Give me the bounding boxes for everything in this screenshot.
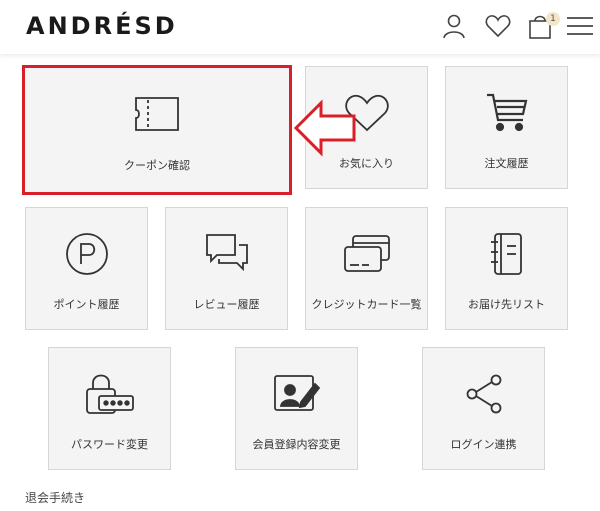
member-info-tile[interactable]: 会員登録内容変更 <box>235 347 358 470</box>
pointer-arrow <box>293 98 357 162</box>
user-icon[interactable] <box>440 12 468 40</box>
chat-bubbles-icon <box>166 232 287 276</box>
withdraw-link[interactable]: 退会手続き <box>25 489 85 506</box>
ticket-icon <box>25 96 289 140</box>
password-change-label: パスワード変更 <box>71 438 148 451</box>
brand-logo[interactable]: ANDRÉSD <box>26 12 178 40</box>
address-list-label: お届け先リスト <box>468 298 545 311</box>
credit-card-tile[interactable]: クレジットカード一覧 <box>305 207 428 330</box>
coupon-tile[interactable]: クーポン確認 <box>22 65 292 195</box>
password-change-tile[interactable]: パスワード変更 <box>48 347 171 470</box>
menu-icon[interactable] <box>566 12 594 40</box>
review-history-label: レビュー履歴 <box>193 298 260 311</box>
profile-edit-icon <box>236 372 357 416</box>
site-header: ANDRÉSD 1 <box>0 0 600 54</box>
point-history-label: ポイント履歴 <box>53 298 120 311</box>
address-list-tile[interactable]: お届け先リスト <box>445 207 568 330</box>
address-book-icon <box>446 232 567 276</box>
credit-card-label: クレジットカード一覧 <box>311 298 422 311</box>
shopping-cart-icon <box>446 91 567 135</box>
heart-icon[interactable] <box>484 12 512 40</box>
order-history-tile[interactable]: 注文履歴 <box>445 66 568 189</box>
point-p-icon <box>26 232 147 276</box>
review-history-tile[interactable]: レビュー履歴 <box>165 207 288 330</box>
coupon-label: クーポン確認 <box>124 159 190 172</box>
padlock-icon <box>49 372 170 416</box>
login-link-label: ログイン連携 <box>450 438 517 451</box>
cart-count-badge: 1 <box>546 12 560 26</box>
order-history-label: 注文履歴 <box>484 157 529 170</box>
point-history-tile[interactable]: ポイント履歴 <box>25 207 148 330</box>
credit-card-icon <box>306 232 427 276</box>
member-info-label: 会員登録内容変更 <box>252 438 341 451</box>
share-icon <box>423 372 544 416</box>
login-link-tile[interactable]: ログイン連携 <box>422 347 545 470</box>
